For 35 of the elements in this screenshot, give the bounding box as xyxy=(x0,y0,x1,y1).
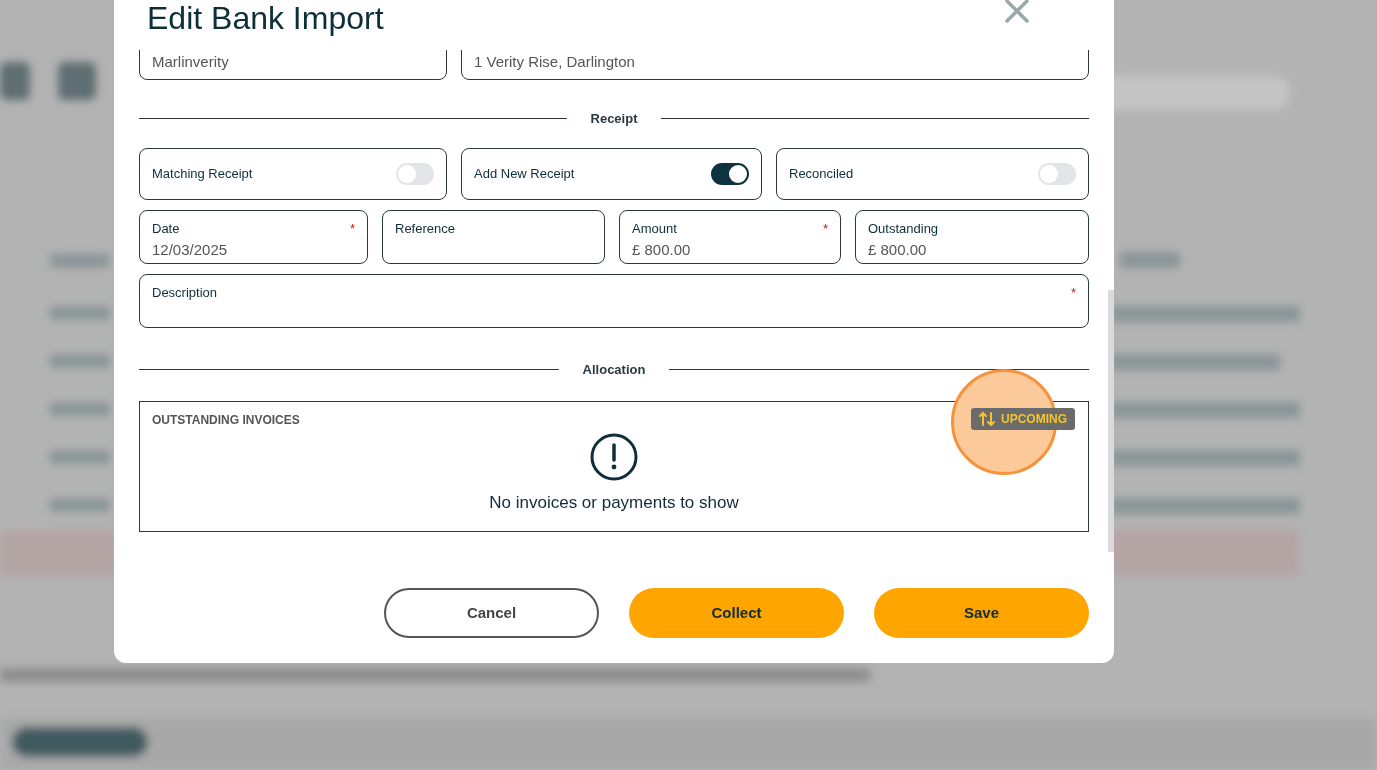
close-icon[interactable] xyxy=(1004,0,1030,24)
field-label: Outstanding xyxy=(868,219,939,238)
empty-message: No invoices or payments to show xyxy=(489,492,739,514)
field-label: Amount xyxy=(632,219,677,238)
field-value: £ 800.00 xyxy=(632,240,692,260)
section-heading: Receipt xyxy=(590,110,638,128)
text-field[interactable]: Marlinverity xyxy=(139,50,447,80)
input-field[interactable]: Date * 12/03/2025 xyxy=(139,209,368,264)
dialog-title: Edit Bank Import xyxy=(147,0,384,36)
required-mark: * xyxy=(349,219,355,238)
warning-icon xyxy=(589,432,639,482)
action-button[interactable]: Cancel xyxy=(384,588,599,638)
toggle-label: Reconciled xyxy=(789,164,854,183)
field-label: Date xyxy=(152,219,180,238)
input-field[interactable]: Amount * £ 800.00 xyxy=(619,209,841,264)
field-value: £ 800.00 xyxy=(868,240,928,260)
field-label: Reference xyxy=(395,219,455,238)
action-button[interactable]: Collect xyxy=(629,588,844,638)
required-mark: * xyxy=(822,219,828,238)
toggle-switch[interactable] xyxy=(1038,162,1076,185)
toggle-label: Matching Receipt xyxy=(152,164,253,183)
section-heading: Allocation xyxy=(582,360,646,379)
field-label: Description xyxy=(152,283,218,302)
input-field[interactable]: Description * xyxy=(139,273,1089,328)
panel-title: OUTSTANDING INVOICES xyxy=(152,412,300,429)
input-field[interactable]: Outstanding £ 800.00 xyxy=(855,209,1089,264)
required-mark: * xyxy=(1070,283,1076,302)
text-field[interactable]: 1 Verity Rise, Darlington xyxy=(461,50,1089,80)
swap-icon xyxy=(979,411,995,427)
toggle-switch[interactable] xyxy=(396,162,434,185)
toggle-switch[interactable] xyxy=(711,162,749,185)
input-field[interactable]: Reference xyxy=(382,209,605,264)
action-button[interactable]: Save xyxy=(874,588,1089,638)
toggle-label: Add New Receipt xyxy=(474,164,575,183)
field-value: 12/03/2025 xyxy=(152,240,229,260)
